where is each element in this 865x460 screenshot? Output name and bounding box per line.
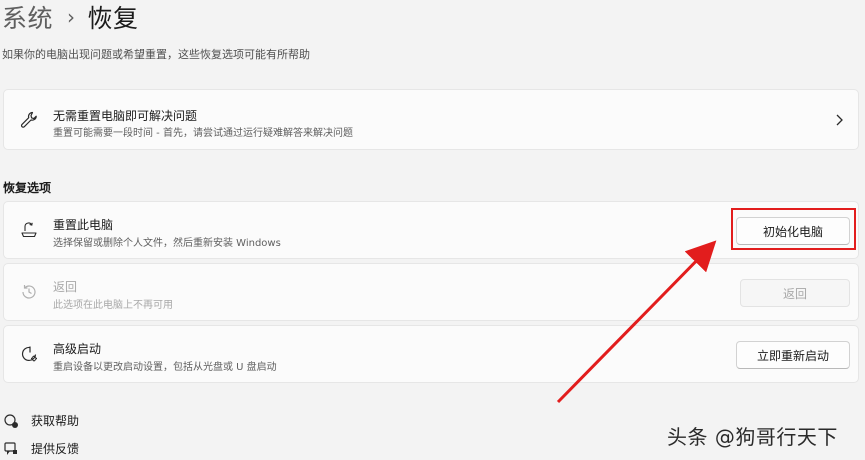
go-back-description: 此选项在此电脑上不再可用 (53, 300, 173, 311)
annotation-highlight-box (731, 208, 856, 250)
reset-pc-title: 重置此电脑 (53, 218, 114, 232)
troubleshoot-title: 无需重置电脑即可解决问题 (53, 109, 198, 123)
breadcrumb-parent-system[interactable]: 系统 (2, 0, 53, 35)
troubleshoot-description: 重置可能需要一段时间 - 首先，请尝试通过运行疑难解答来解决问题 (53, 128, 353, 139)
breadcrumb: 系统 › 恢复 (2, 0, 139, 34)
restart-now-button[interactable]: 立即重新启动 (736, 341, 850, 369)
wrench-icon (20, 111, 37, 128)
feedback-icon (4, 441, 17, 455)
advanced-startup-card: 高级启动 重启设备以更改启动设置，包括从光盘或 U 盘启动 立即重新启动 (3, 325, 859, 383)
go-back-button[interactable]: 返回 (740, 279, 850, 307)
section-recovery-options: 恢复选项 (3, 181, 52, 195)
advanced-startup-icon (21, 346, 37, 362)
history-icon (22, 285, 36, 299)
feedback-label: 提供反馈 (31, 442, 80, 456)
watermark: 头条 @狗哥行天下 (667, 425, 838, 449)
go-back-title: 返回 (53, 280, 78, 294)
breadcrumb-separator: › (67, 5, 76, 29)
advanced-startup-description: 重启设备以更改启动设置，包括从光盘或 U 盘启动 (53, 362, 277, 373)
go-back-card: 返回 此选项在此电脑上不再可用 返回 (3, 263, 859, 321)
get-help-label: 获取帮助 (31, 414, 80, 428)
troubleshoot-card[interactable]: 无需重置电脑即可解决问题 重置可能需要一段时间 - 首先，请尝试通过运行疑难解答… (3, 89, 859, 150)
reset-pc-icon (21, 222, 37, 238)
advanced-startup-title: 高级启动 (53, 342, 102, 356)
feedback-link[interactable]: 提供反馈 (3, 440, 79, 457)
page-subtitle: 如果你的电脑出现问题或希望重置，这些恢复选项可能有所帮助 (2, 48, 310, 61)
reset-pc-description: 选择保留或删除个人文件，然后重新安装 Windows (53, 238, 281, 249)
page-title: 恢复 (87, 4, 139, 33)
chevron-right-icon (836, 114, 843, 125)
help-icon (4, 413, 18, 428)
get-help-link[interactable]: 获取帮助 (3, 412, 79, 429)
